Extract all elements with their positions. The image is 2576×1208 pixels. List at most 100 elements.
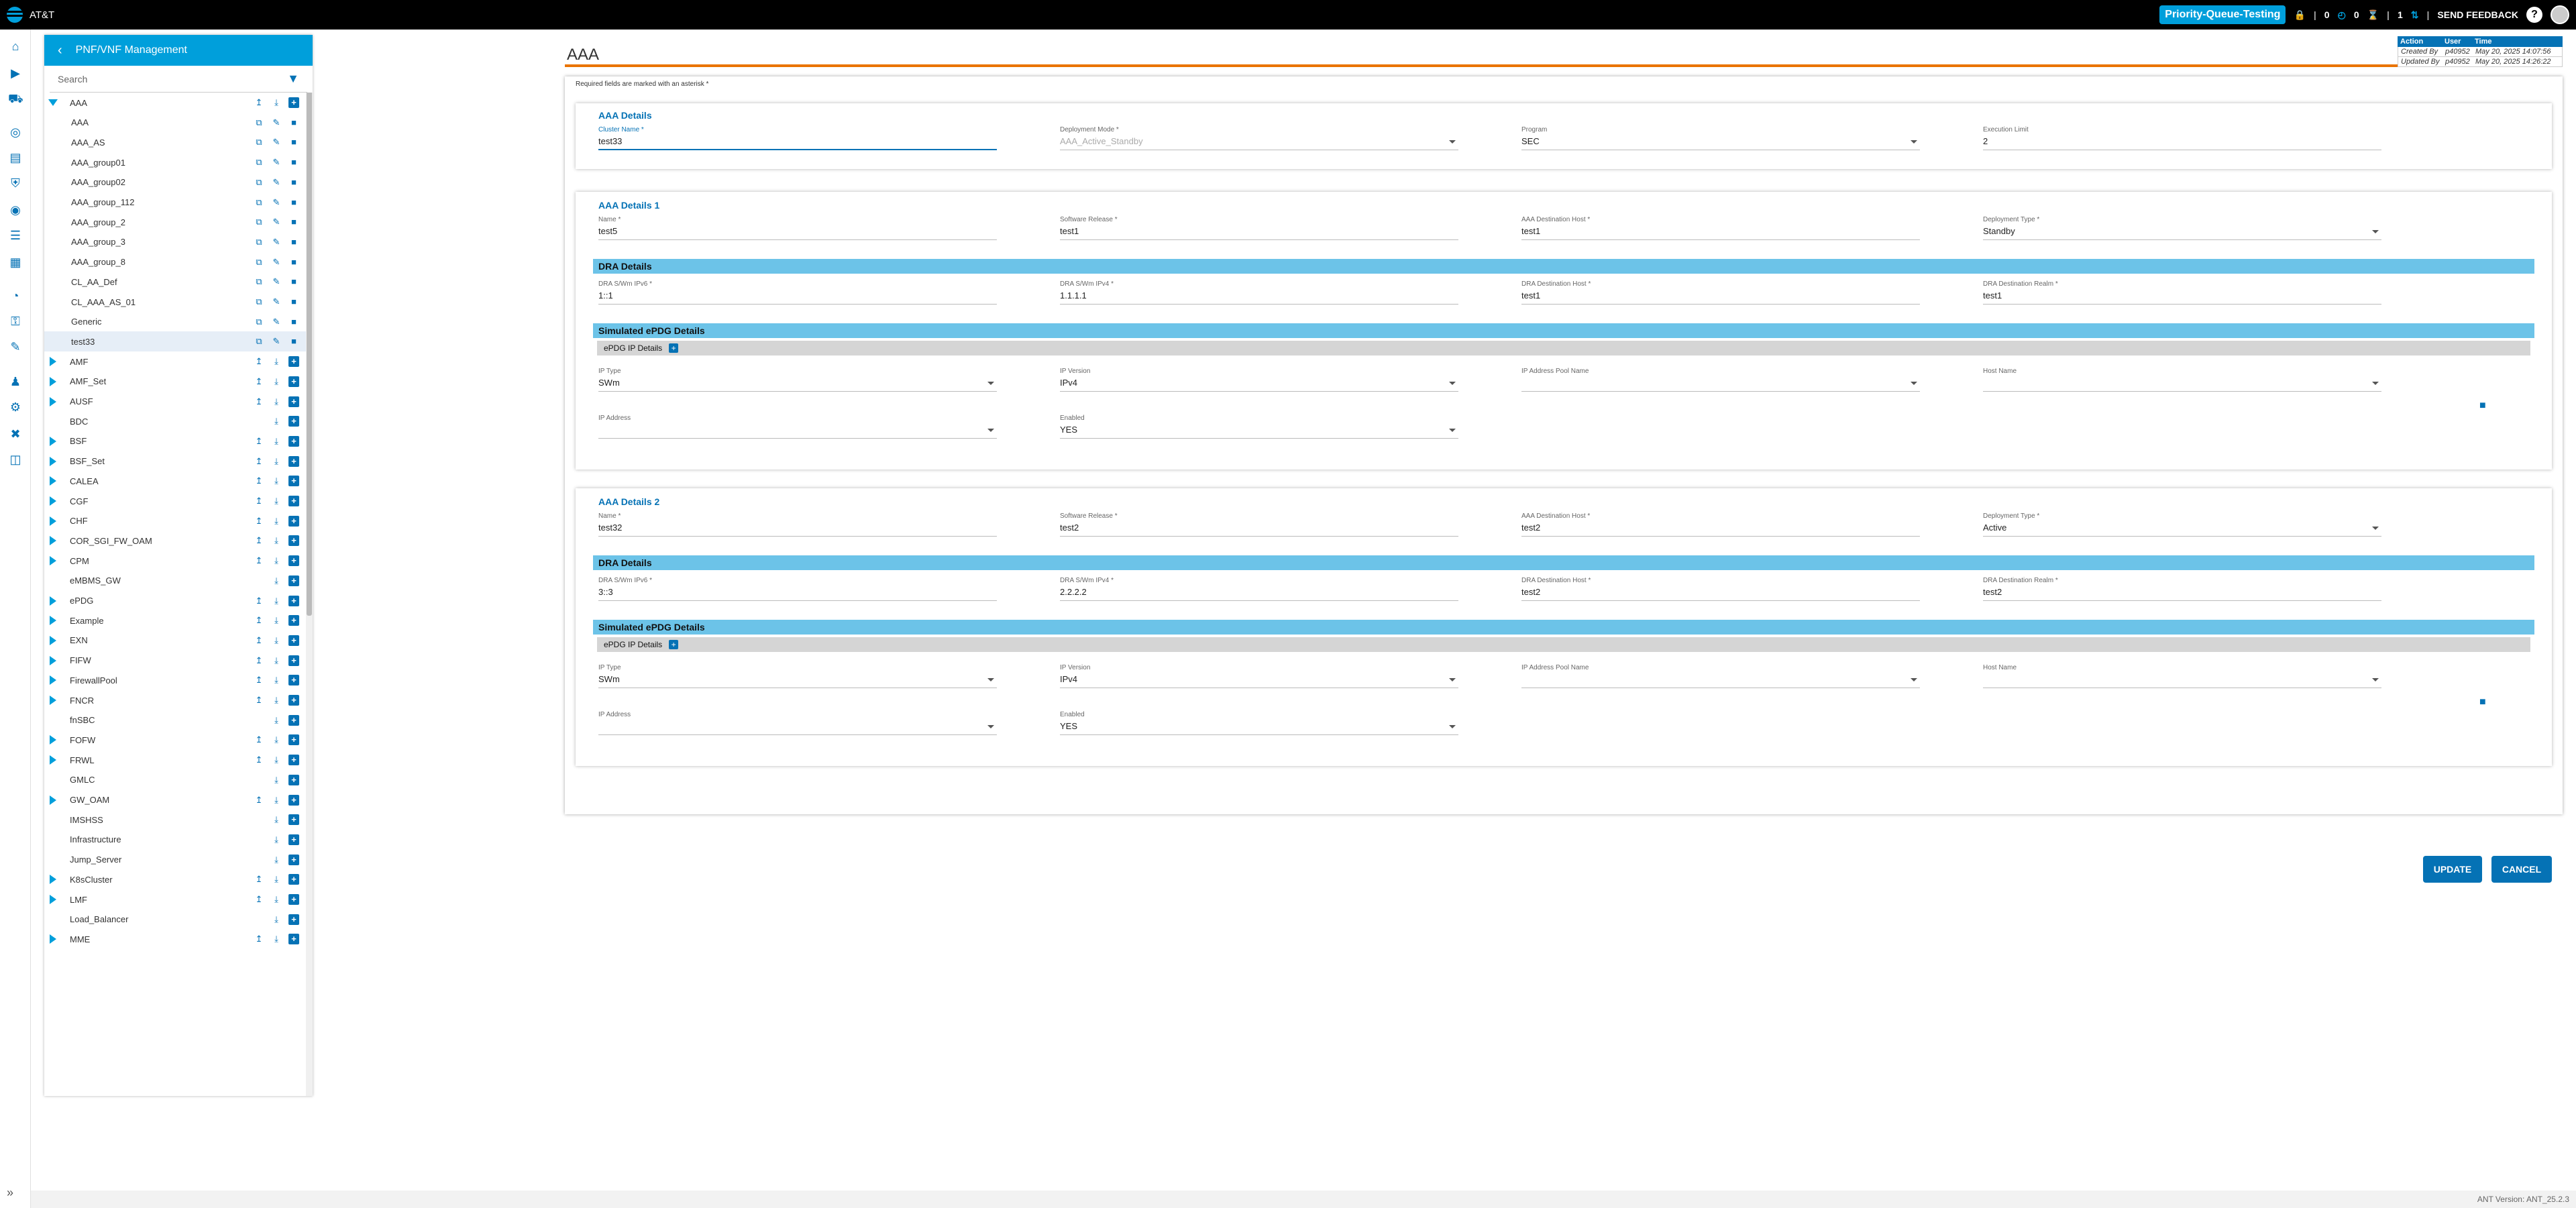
download-icon[interactable]: ⤓ bbox=[271, 516, 282, 527]
edit-icon[interactable]: ✎ bbox=[271, 217, 282, 227]
edit-icon[interactable]: ✎ bbox=[271, 296, 282, 307]
copy-icon[interactable]: ⧉ bbox=[254, 137, 264, 148]
copy-icon[interactable]: ⧉ bbox=[254, 217, 264, 227]
users-icon[interactable]: ♟ bbox=[8, 374, 23, 389]
tree-node[interactable]: BSF ↥ ⤓ + bbox=[44, 431, 306, 451]
download-icon[interactable]: ⤓ bbox=[271, 416, 282, 427]
upload-icon[interactable]: ↥ bbox=[254, 97, 264, 108]
ip-address-select[interactable]: IP Address bbox=[598, 711, 997, 735]
chevron-down-icon[interactable] bbox=[2372, 230, 2379, 233]
caret-right-icon[interactable] bbox=[50, 675, 56, 685]
download-icon[interactable]: ⤓ bbox=[271, 695, 282, 706]
delete-icon[interactable]: ■ bbox=[288, 137, 299, 148]
caret-right-icon[interactable] bbox=[50, 456, 56, 466]
upload-icon[interactable]: ↥ bbox=[254, 734, 264, 745]
tree-child-item[interactable]: AAA_AS ⧉ ✎ ■ bbox=[44, 132, 306, 152]
upload-icon[interactable]: ↥ bbox=[254, 376, 264, 387]
tree-search[interactable]: Search ▼ bbox=[50, 66, 307, 93]
download-icon[interactable]: ⤓ bbox=[271, 596, 282, 606]
add-icon[interactable]: + bbox=[288, 615, 299, 626]
globe-icon[interactable]: ◎ bbox=[8, 125, 23, 140]
caret-right-icon[interactable] bbox=[50, 616, 56, 626]
add-icon[interactable]: + bbox=[288, 496, 299, 506]
add-icon[interactable]: + bbox=[288, 595, 299, 606]
tree-node[interactable]: ePDG ↥ ⤓ + bbox=[44, 591, 306, 611]
enabled-select[interactable]: Enabled YES bbox=[1060, 711, 1458, 735]
upload-icon[interactable]: ↥ bbox=[254, 456, 264, 467]
delete-icon[interactable]: ■ bbox=[288, 317, 299, 327]
chevron-down-icon[interactable] bbox=[1911, 382, 1917, 385]
upload-icon[interactable]: ↥ bbox=[254, 795, 264, 806]
ip-pool-name-select[interactable]: IP Address Pool Name bbox=[1521, 368, 1920, 392]
upload-icon[interactable]: ↥ bbox=[254, 555, 264, 566]
upload-icon[interactable]: ↥ bbox=[254, 655, 264, 666]
tree-node[interactable]: IMSHSS ⤓ + bbox=[44, 810, 306, 830]
copy-icon[interactable]: ⧉ bbox=[254, 336, 264, 347]
download-icon[interactable]: ⤓ bbox=[271, 396, 282, 407]
destination-host-field[interactable]: AAA Destination Host * test1 bbox=[1521, 216, 1920, 240]
caret-right-icon[interactable] bbox=[50, 635, 56, 645]
tree-node[interactable]: COR_SGI_FW_OAM ↥ ⤓ + bbox=[44, 531, 306, 551]
upload-icon[interactable]: ↥ bbox=[254, 396, 264, 407]
add-ip-icon[interactable]: + bbox=[669, 343, 679, 353]
download-icon[interactable]: ⤓ bbox=[271, 575, 282, 586]
add-icon[interactable]: + bbox=[288, 734, 299, 746]
delete-icon[interactable]: ■ bbox=[288, 117, 299, 128]
avatar[interactable] bbox=[2551, 5, 2569, 24]
edit-icon[interactable]: ✎ bbox=[8, 339, 23, 354]
report-icon[interactable]: ▦ bbox=[8, 255, 23, 270]
upload-icon[interactable]: ↥ bbox=[254, 476, 264, 486]
add-icon[interactable]: + bbox=[288, 854, 299, 865]
download-icon[interactable]: ⤓ bbox=[271, 535, 282, 546]
eye-icon[interactable]: ◉ bbox=[8, 203, 23, 217]
ip-version-select[interactable]: IP Version IPv4 bbox=[1060, 368, 1458, 392]
download-icon[interactable]: ⤓ bbox=[271, 496, 282, 506]
caret-right-icon[interactable] bbox=[50, 934, 56, 944]
chevron-down-icon[interactable] bbox=[2372, 527, 2379, 530]
deployment-mode-select[interactable]: Deployment Mode * AAA_Active_Standby bbox=[1060, 126, 1458, 150]
tree-node[interactable]: eMBMS_GW ⤓ + bbox=[44, 571, 306, 591]
delete-icon[interactable]: ■ bbox=[2479, 400, 2489, 411]
add-icon[interactable]: + bbox=[288, 635, 299, 646]
tree-node[interactable]: fnSBC ⤓ + bbox=[44, 710, 306, 730]
upload-icon[interactable]: ↥ bbox=[254, 436, 264, 447]
caret-right-icon[interactable] bbox=[50, 436, 56, 446]
add-icon[interactable]: + bbox=[288, 97, 299, 108]
delete-icon[interactable]: ■ bbox=[288, 157, 299, 168]
deployment-type-select[interactable]: Deployment Type * Active bbox=[1983, 512, 2381, 537]
tree-node[interactable]: Load_Balancer ⤓ + bbox=[44, 910, 306, 930]
chevron-down-icon[interactable] bbox=[987, 678, 994, 681]
dra-ipv6-field[interactable]: DRA S/Wm IPv6 * 3::3 bbox=[598, 577, 997, 601]
caret-right-icon[interactable] bbox=[50, 357, 56, 367]
tree-node[interactable]: CGF ↥ ⤓ + bbox=[44, 491, 306, 511]
tree-node[interactable]: AUSF ↥ ⤓ + bbox=[44, 392, 306, 412]
dra-ipv6-field[interactable]: DRA S/Wm IPv6 * 1::1 bbox=[598, 280, 997, 305]
download-icon[interactable]: ⤓ bbox=[271, 436, 282, 447]
ip-type-select[interactable]: IP Type SWm bbox=[598, 368, 997, 392]
upload-icon[interactable]: ↥ bbox=[254, 615, 264, 626]
ip-type-select[interactable]: IP Type SWm bbox=[598, 664, 997, 688]
download-icon[interactable]: ⤓ bbox=[271, 476, 282, 486]
ip-address-select[interactable]: IP Address bbox=[598, 415, 997, 439]
tree-node[interactable]: FRWL ↥ ⤓ + bbox=[44, 750, 306, 770]
add-icon[interactable]: + bbox=[288, 814, 299, 826]
copy-icon[interactable]: ⧉ bbox=[254, 177, 264, 188]
software-release-field[interactable]: Software Release * test2 bbox=[1060, 512, 1458, 537]
tree-node[interactable]: Example ↥ ⤓ + bbox=[44, 610, 306, 630]
dra-ipv4-field[interactable]: DRA S/Wm IPv4 * 1.1.1.1 bbox=[1060, 280, 1458, 305]
edit-icon[interactable]: ✎ bbox=[271, 336, 282, 347]
download-icon[interactable]: ⤓ bbox=[271, 775, 282, 785]
tree-node[interactable]: EXN ↥ ⤓ + bbox=[44, 630, 306, 651]
caret-down-icon[interactable] bbox=[48, 99, 58, 106]
add-icon[interactable]: + bbox=[288, 575, 299, 586]
tree-child-item[interactable]: AAA_group_3 ⧉ ✎ ■ bbox=[44, 232, 306, 252]
delete-icon[interactable]: ■ bbox=[288, 237, 299, 248]
chevron-down-icon[interactable] bbox=[1449, 429, 1456, 432]
delete-icon[interactable]: ■ bbox=[288, 296, 299, 307]
tree-node[interactable]: K8sCluster ↥ ⤓ + bbox=[44, 869, 306, 889]
download-icon[interactable]: ⤓ bbox=[271, 795, 282, 806]
caret-right-icon[interactable] bbox=[50, 696, 56, 705]
name-field[interactable]: Name * test32 bbox=[598, 512, 997, 537]
gear-icon[interactable]: ⚙ bbox=[8, 400, 23, 415]
copy-icon[interactable]: ⧉ bbox=[254, 296, 264, 307]
